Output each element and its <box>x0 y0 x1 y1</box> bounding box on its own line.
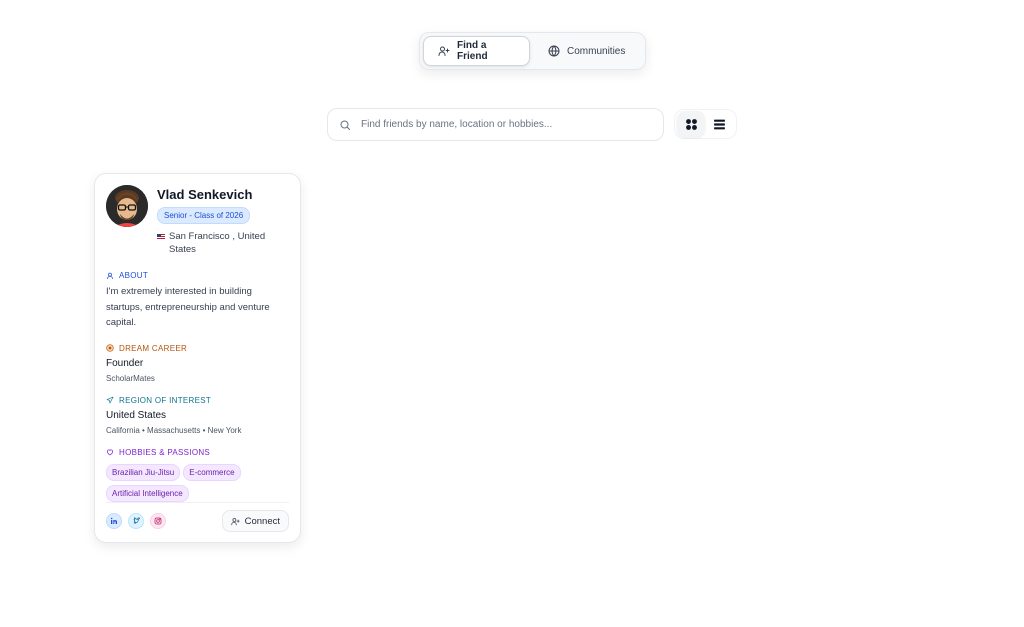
profile-card[interactable]: Vlad Senkevich Senior - Class of 2026 Sa… <box>94 173 301 543</box>
career-icon <box>106 344 114 352</box>
search-bar <box>327 108 664 141</box>
grid-view-button[interactable] <box>677 111 705 137</box>
globe-icon <box>548 45 560 57</box>
career-label: DREAM CAREER <box>106 344 289 353</box>
instagram-icon <box>154 517 162 525</box>
hobby-tag: E-commerce <box>183 463 241 481</box>
career-company: ScholarMates <box>106 373 155 383</box>
class-badge: Senior - Class of 2026 <box>157 207 251 224</box>
tab-communities[interactable]: Communities <box>534 36 639 66</box>
grid-view-icon <box>685 118 697 130</box>
avatar <box>106 185 148 227</box>
career-title: Founder <box>106 357 144 369</box>
top-nav: Find a Friend Communities <box>419 32 646 70</box>
connect-button[interactable]: Connect <box>221 510 289 532</box>
about-text: I'm extremely interested in building sta… <box>106 286 270 328</box>
heart-icon <box>106 449 114 456</box>
card-header: Vlad Senkevich Senior - Class of 2026 Sa… <box>106 185 289 256</box>
twitter-button[interactable] <box>128 513 144 529</box>
card-footer: Connect <box>106 502 289 532</box>
hobby-tag: Artificial Intelligence <box>106 484 189 502</box>
tab-label: Communities <box>567 45 626 57</box>
plane-icon <box>106 396 114 404</box>
view-toggle <box>674 109 737 139</box>
user-plus-icon <box>230 517 240 525</box>
linkedin-button[interactable] <box>106 513 122 529</box>
region-label: REGION OF INTEREST <box>106 396 289 405</box>
twitter-icon <box>133 517 140 524</box>
hobby-tags: Brazilian Jiu-Jitsu E-commerce Artificia… <box>106 463 289 502</box>
instagram-button[interactable] <box>150 513 166 529</box>
list-view-button[interactable] <box>705 111 733 137</box>
user-plus-icon <box>438 46 450 56</box>
search-icon <box>340 120 350 130</box>
tab-find-a-friend[interactable]: Find a Friend <box>423 36 530 66</box>
card-identity: Vlad Senkevich Senior - Class of 2026 Sa… <box>157 185 289 256</box>
region-country: United States <box>106 409 167 421</box>
location-text: San Francisco , United States <box>169 231 266 255</box>
user-icon <box>106 272 114 279</box>
list-view-icon <box>713 119 725 129</box>
hobbies-label: HOBBIES & PASSIONS <box>106 448 289 457</box>
social-links <box>106 513 166 529</box>
about-label: ABOUT <box>106 271 289 280</box>
region-states: California • Massachusetts • New York <box>106 425 242 435</box>
linkedin-icon <box>110 517 118 524</box>
us-flag-icon <box>157 234 165 240</box>
location: San Francisco , United States <box>157 230 289 256</box>
tab-label: Find a Friend <box>457 40 488 62</box>
connect-label: Connect <box>244 515 280 527</box>
search-input[interactable] <box>361 119 663 130</box>
profile-name: Vlad Senkevich <box>157 187 253 202</box>
hobby-tag: Brazilian Jiu-Jitsu <box>106 463 181 481</box>
